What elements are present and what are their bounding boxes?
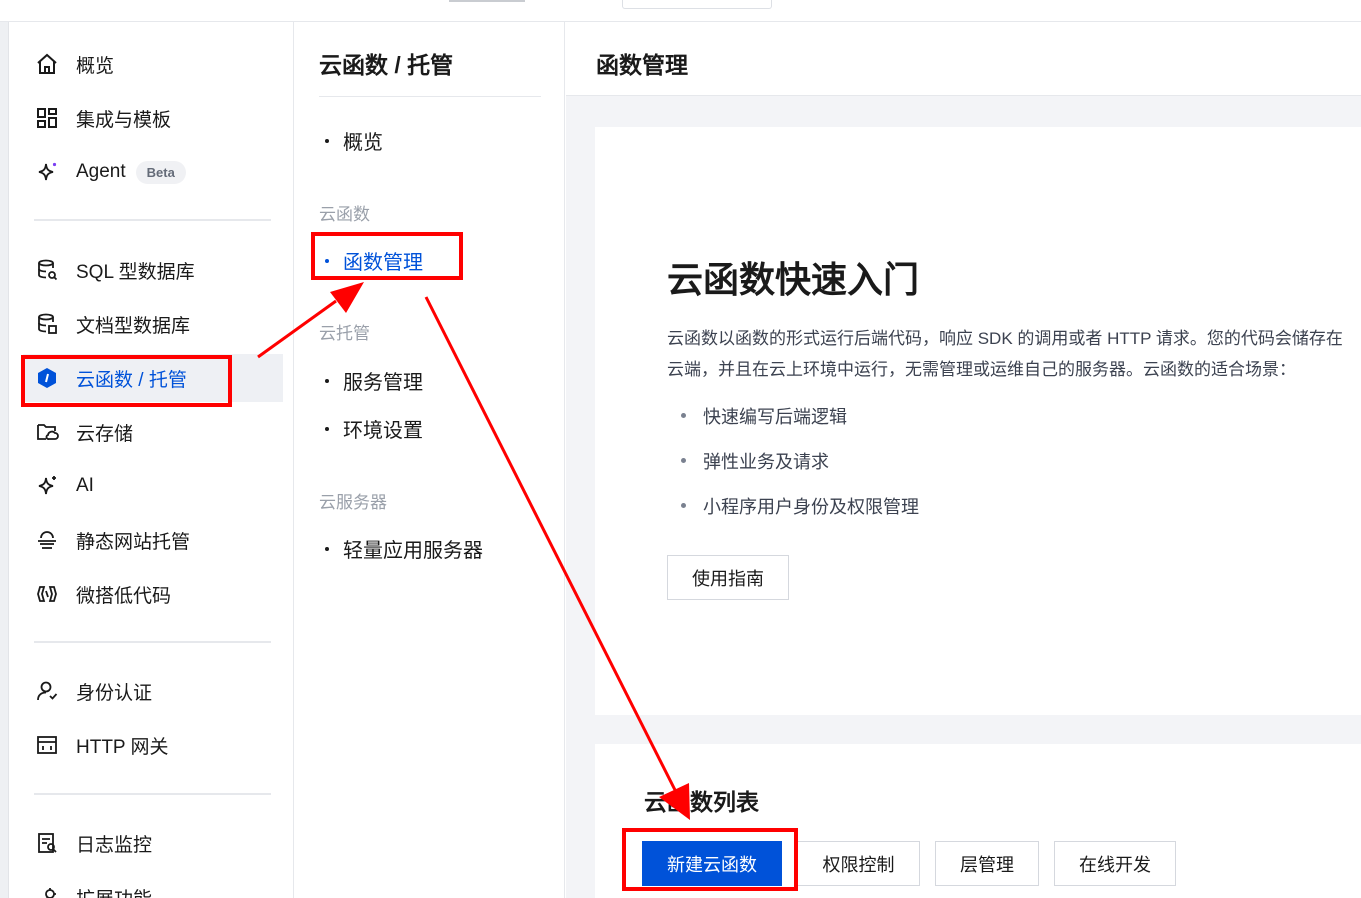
sidebar-item-lowcode[interactable]: 微搭低代码: [23, 570, 283, 618]
description-line: 云端，并且在云上环境中运行，无需管理或运维自己的服务器。云函数的适合场景：: [667, 360, 1296, 379]
sidebar-item-label: 静态网站托管: [76, 531, 191, 553]
subnav-group-cloud-functions: 云函数: [319, 205, 370, 224]
subnav-divider: [319, 96, 541, 97]
function-list-card: 云函数列表 新建云函数 权限控制 层管理 在线开发: [595, 744, 1361, 898]
secondary-sidebar: 云函数 / 托管 概览 云函数 函数管理 云托管 服务管理 环境设置 云服务器 …: [295, 22, 565, 898]
sidebar-item-label: 微搭低代码: [76, 585, 172, 607]
ai-sparkle-icon: [35, 474, 59, 498]
sql-database-icon: [35, 258, 59, 282]
page-title: 函数管理: [596, 52, 688, 78]
sidebar-item-label: SQL 型数据库: [76, 261, 195, 283]
top-bar: [0, 0, 1361, 22]
extension-icon: [35, 885, 59, 898]
sidebar-item-agent[interactable]: Agent Beta: [23, 148, 283, 196]
sidebar-item-http-gateway[interactable]: HTTP 网关: [23, 721, 283, 769]
document-database-icon: [35, 312, 59, 336]
subnav-item-label: 环境设置: [343, 420, 423, 442]
bullet-dot: [325, 546, 329, 551]
grid-icon: [35, 106, 59, 130]
sidebar-item-identity-auth[interactable]: 身份认证: [23, 667, 283, 715]
sidebar-item-overview[interactable]: 概览: [23, 40, 283, 88]
permission-control-button[interactable]: 权限控制: [797, 841, 920, 886]
bullet-dot: [325, 258, 329, 263]
bullet-dot: [325, 378, 329, 383]
layer-management-button[interactable]: 层管理: [935, 841, 1039, 886]
sidebar-divider: [34, 219, 271, 221]
list-item: 弹性业务及请求: [681, 438, 919, 483]
sidebar-item-cloud-function-hosting[interactable]: 云函数 / 托管: [23, 354, 283, 402]
subnav-item-service-management[interactable]: 服务管理: [319, 366, 423, 395]
sidebar-divider: [34, 793, 271, 795]
tab-indicator: [449, 0, 525, 2]
subnav-item-lightweight-server[interactable]: 轻量应用服务器: [319, 534, 483, 563]
subnav-item-overview[interactable]: 概览: [319, 126, 383, 155]
subnav-item-environment-settings[interactable]: 环境设置: [319, 414, 423, 443]
window-left-edge: [0, 22, 9, 898]
user-auth-icon: [35, 679, 59, 703]
sidebar-item-log-monitor[interactable]: 日志监控: [23, 819, 283, 867]
bullet-dot: [325, 138, 329, 143]
subnav-item-label: 概览: [343, 132, 383, 154]
sidebar-item-label: 身份认证: [76, 682, 153, 704]
subnav-item-label: 服务管理: [343, 372, 423, 394]
gateway-icon: [35, 733, 59, 757]
subnav-item-label: 轻量应用服务器: [343, 540, 483, 562]
subnav-item-function-management[interactable]: 函数管理: [319, 246, 423, 275]
list-item: 小程序用户身份及权限管理: [681, 483, 919, 528]
online-development-button[interactable]: 在线开发: [1054, 841, 1176, 886]
sidebar-item-label: AI: [76, 475, 94, 496]
sidebar-item-document-database[interactable]: 文档型数据库: [23, 300, 283, 348]
sparkle-icon: [35, 160, 59, 184]
function-list-title: 云函数列表: [644, 789, 759, 815]
create-function-button[interactable]: 新建云函数: [642, 841, 782, 886]
primary-sidebar: 概览 集成与模板 Agent Beta SQL 型数据库 文档型数据库 云函数 …: [9, 22, 294, 898]
subnav-item-label: 函数管理: [343, 252, 423, 274]
description-line: 云函数以函数的形式运行后端代码，响应 SDK 的调用或者 HTTP 请求。您的代…: [667, 329, 1343, 348]
sidebar-divider: [34, 641, 271, 643]
page-header: 函数管理: [566, 22, 1361, 96]
subnav-group-cloud-servers: 云服务器: [319, 493, 387, 512]
beta-badge: Beta: [135, 160, 186, 184]
main-content: 函数管理 云函数快速入门 云函数以函数的形式运行后端代码，响应 SDK 的调用或…: [566, 22, 1361, 898]
home-icon: [35, 52, 59, 76]
sidebar-item-sql-database[interactable]: SQL 型数据库: [23, 246, 283, 294]
sidebar-item-label: 文档型数据库: [76, 315, 191, 337]
top-bar-control[interactable]: [622, 0, 772, 9]
cloud-function-shield-icon: [35, 366, 59, 390]
log-monitor-icon: [35, 831, 59, 855]
sidebar-item-ai[interactable]: AI: [23, 462, 283, 510]
cloud-storage-icon: [35, 420, 59, 444]
quickstart-description: 云函数以函数的形式运行后端代码，响应 SDK 的调用或者 HTTP 请求。您的代…: [667, 323, 1361, 385]
quickstart-card: 云函数快速入门 云函数以函数的形式运行后端代码，响应 SDK 的调用或者 HTT…: [595, 127, 1361, 715]
sidebar-item-integrations[interactable]: 集成与模板: [23, 94, 283, 142]
sidebar-item-label: 云函数 / 托管: [76, 369, 187, 391]
sidebar-item-static-hosting[interactable]: 静态网站托管: [23, 516, 283, 564]
sidebar-item-label: Agent: [76, 161, 126, 182]
sidebar-item-label: 集成与模板: [76, 109, 172, 131]
static-hosting-icon: [35, 528, 59, 552]
bullet-dot: [325, 426, 329, 431]
user-guide-button[interactable]: 使用指南: [667, 555, 789, 600]
sidebar-item-extensions[interactable]: 扩展功能: [23, 873, 283, 898]
sidebar-item-cloud-storage[interactable]: 云存储: [23, 408, 283, 456]
lowcode-icon: [35, 582, 59, 606]
sidebar-item-label: 日志监控: [76, 834, 153, 856]
quickstart-title: 云函数快速入门: [667, 259, 920, 300]
sidebar-item-label: 扩展功能: [76, 884, 152, 898]
sidebar-item-label: 云存储: [76, 423, 134, 445]
sidebar-item-label: HTTP 网关: [76, 736, 169, 758]
sidebar-item-label: 概览: [76, 55, 115, 77]
subnav-group-cloud-hosting: 云托管: [319, 324, 370, 343]
subnav-title: 云函数 / 托管: [319, 52, 454, 78]
list-item: 快速编写后端逻辑: [681, 393, 919, 438]
use-case-list: 快速编写后端逻辑 弹性业务及请求 小程序用户身份及权限管理: [681, 393, 919, 528]
